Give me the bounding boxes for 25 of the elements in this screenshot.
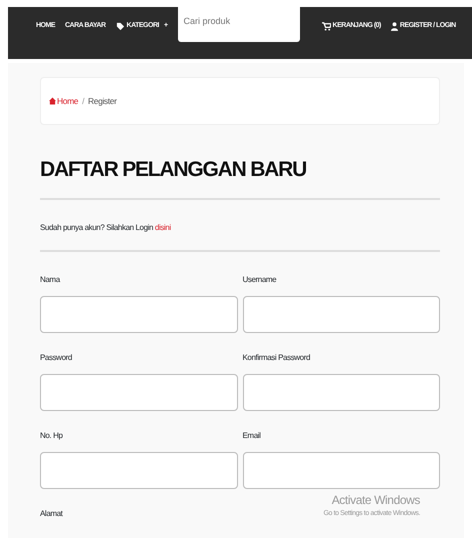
field-label: Email (242, 430, 262, 442)
cart-icon (322, 22, 331, 31)
login-prompt: Sudah punya akun? Silahkan Login disini (40, 222, 172, 234)
tag-icon (116, 22, 125, 31)
page-heading: DAFTAR PELANGGAN BARU (40, 157, 308, 182)
input-field[interactable] (40, 374, 238, 412)
field-label: Konfirmasi Password (242, 352, 312, 364)
breadcrumb-current: Register (88, 94, 116, 108)
search-field[interactable]: Cari produk (178, 7, 300, 42)
input-field[interactable] (242, 452, 440, 490)
field-label: Alamat (40, 508, 64, 520)
field-label: No. Hp (40, 430, 64, 442)
user-icon (390, 22, 398, 31)
login-link[interactable]: disini (154, 223, 171, 232)
field-label: Password (40, 352, 73, 364)
input-field[interactable] (40, 296, 238, 334)
input-field[interactable] (40, 452, 238, 490)
field-label: Username (242, 274, 278, 286)
field-label: Nama (40, 274, 62, 286)
breadcrumb-link[interactable]: Home (49, 94, 78, 108)
breadcrumb-separator: / (82, 94, 84, 108)
activation-title: Activate Windows (330, 492, 420, 509)
input-field[interactable] (242, 374, 440, 412)
input-field[interactable] (242, 296, 440, 334)
home-icon (49, 97, 56, 105)
